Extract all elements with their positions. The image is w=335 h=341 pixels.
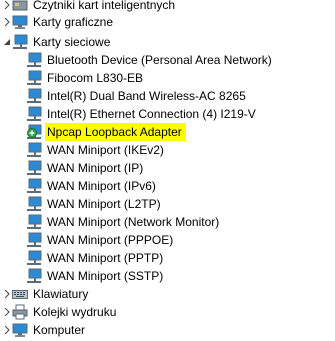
tree-item-device[interactable]: WAN Miniport (L2TP): [26, 195, 161, 213]
tree-item-device[interactable]: WAN Miniport (IKEv2): [26, 141, 164, 159]
tree-item-label: Czytniki kart inteligentnych: [33, 0, 176, 12]
tree-item-device[interactable]: WAN Miniport (PPTP): [26, 249, 163, 267]
expand-arrow-icon[interactable]: [2, 0, 11, 14]
smartcard-icon: [12, 0, 28, 11]
tree-item-device[interactable]: Fibocom L830-EB: [26, 69, 143, 87]
printer-icon: [12, 304, 28, 320]
tree-item-label: Kolejki wydruku: [33, 305, 117, 319]
tree-item-device[interactable]: WAN Miniport (SSTP): [26, 267, 163, 285]
network-adapter-warning-icon: [27, 124, 42, 139]
tree-item-label: Karty graficzne: [33, 15, 114, 29]
display-adapter-icon: [12, 15, 28, 29]
tree-item-device[interactable]: WAN Miniport (PPPOE): [26, 231, 173, 249]
keyboard-icon: [12, 290, 28, 299]
expand-arrow-icon[interactable]: [2, 13, 11, 31]
tree-item-label: WAN Miniport (L2TP): [47, 197, 161, 211]
network-adapter-icon: [27, 106, 42, 121]
tree-item-label: WAN Miniport (IP): [47, 161, 144, 175]
tree-item-label: Karty sieciowe: [33, 35, 111, 49]
network-adapter-icon: [27, 70, 42, 85]
tree-item-device[interactable]: Intel(R) Ethernet Connection (4) I219-V: [26, 105, 256, 123]
collapse-arrow-icon[interactable]: [2, 33, 11, 51]
tree-item-label: Komputer: [33, 323, 86, 337]
network-adapter-icon: [13, 34, 28, 49]
network-adapter-icon: [27, 178, 42, 193]
tree-item-display-adapters[interactable]: Karty graficzne: [2, 13, 113, 31]
expand-arrow-icon[interactable]: [2, 303, 11, 321]
network-adapter-icon: [27, 196, 42, 211]
tree-item-device[interactable]: WAN Miniport (Network Monitor): [26, 213, 219, 231]
tree-item-label: Klawiatury: [33, 287, 89, 301]
tree-item-label: Bluetooth Device (Personal Area Network): [47, 53, 272, 67]
tree-item-label: Intel(R) Ethernet Connection (4) I219-V: [47, 107, 256, 121]
tree-item-label: WAN Miniport (IPv6): [47, 179, 156, 193]
tree-item-label: WAN Miniport (PPTP): [47, 251, 164, 265]
tree-item-network-adapters[interactable]: Karty sieciowe: [2, 33, 110, 51]
tree-item-device-highlighted[interactable]: Npcap Loopback Adapter: [26, 123, 186, 141]
network-adapter-icon: [27, 214, 42, 229]
tree-item-label: Intel(R) Dual Band Wireless-AC 8265: [47, 89, 246, 103]
network-adapter-icon: [27, 268, 42, 283]
network-adapter-icon: [27, 88, 42, 103]
network-adapter-icon: [27, 160, 42, 175]
tree-item-device[interactable]: Bluetooth Device (Personal Area Network): [26, 51, 272, 69]
expand-arrow-icon[interactable]: [2, 321, 11, 339]
tree-item-label: WAN Miniport (PPPOE): [47, 233, 174, 247]
tree-item-label: Fibocom L830-EB: [47, 71, 144, 85]
tree-item-label: WAN Miniport (Network Monitor): [47, 215, 220, 229]
tree-item-label: Npcap Loopback Adapter: [45, 123, 186, 141]
network-adapter-icon: [27, 250, 42, 265]
tree-item-label: WAN Miniport (IKEv2): [47, 143, 164, 157]
expand-arrow-icon[interactable]: [2, 285, 11, 303]
tree-item-print-queues[interactable]: Kolejki wydruku: [2, 303, 116, 321]
tree-item-label: WAN Miniport (SSTP): [47, 269, 164, 283]
tree-item-computer[interactable]: Komputer: [2, 321, 85, 339]
tree-item-device[interactable]: WAN Miniport (IPv6): [26, 177, 156, 195]
network-adapter-icon: [27, 52, 42, 67]
network-adapter-icon: [27, 232, 42, 247]
tree-item-device[interactable]: Intel(R) Dual Band Wireless-AC 8265: [26, 87, 246, 105]
network-adapter-icon: [27, 142, 42, 157]
tree-item-device[interactable]: WAN Miniport (IP): [26, 159, 143, 177]
tree-item-smartcard-readers[interactable]: Czytniki kart inteligentnych: [2, 0, 175, 14]
computer-icon: [12, 323, 28, 337]
tree-item-keyboards[interactable]: Klawiatury: [2, 285, 88, 303]
